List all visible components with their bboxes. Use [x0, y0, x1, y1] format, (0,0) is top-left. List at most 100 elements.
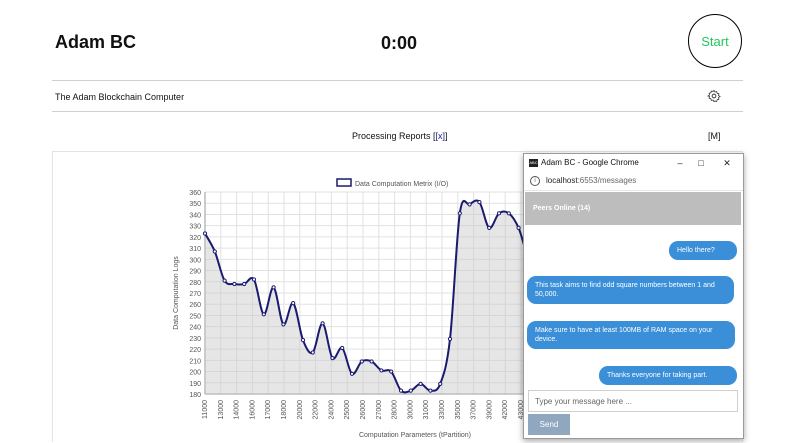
y-tick-label: 350 — [189, 201, 201, 208]
send-button[interactable]: Send — [528, 414, 570, 435]
legend-label: Data Computation Metrix (I/O) — [355, 181, 448, 188]
x-tick-label: 28000 — [392, 400, 399, 420]
y-tick-label: 250 — [189, 313, 201, 320]
divider — [52, 80, 743, 81]
address-bar[interactable]: i localhost:6553/messages — [524, 172, 743, 191]
x-tick-label: 24000 — [328, 400, 335, 420]
y-tick-label: 310 — [189, 246, 201, 253]
x-tick-label: 20000 — [297, 400, 304, 420]
peers-online-bar: Peers Online (14) — [525, 192, 741, 225]
x-tick-label: 39000 — [486, 400, 493, 420]
data-point — [349, 371, 355, 376]
data-point — [447, 336, 453, 342]
x-tick-label: 22000 — [313, 400, 320, 420]
data-point — [506, 211, 511, 216]
y-tick-label: 320 — [189, 235, 201, 242]
data-point — [261, 312, 266, 317]
y-tick-label: 230 — [189, 336, 201, 343]
message-input[interactable] — [528, 390, 738, 412]
popup-window-title: Adam BC - Google Chrome — [541, 158, 639, 167]
data-point — [340, 345, 345, 351]
close-icon[interactable]: ✕ — [719, 156, 735, 170]
popup-titlebar: ABC Adam BC - Google Chrome – □ ✕ — [524, 154, 743, 172]
url-text: localhost:6553/messages — [546, 176, 636, 185]
y-tick-label: 360 — [189, 190, 201, 197]
x-tick-label: 13000 — [218, 400, 225, 420]
data-point — [398, 388, 404, 393]
divider — [52, 111, 743, 112]
data-point — [281, 322, 286, 327]
gear-icon[interactable] — [707, 89, 721, 103]
data-point — [291, 301, 296, 306]
minimize-icon[interactable]: – — [672, 156, 688, 170]
data-point — [428, 388, 433, 393]
x-tick-label: 14000 — [234, 400, 241, 420]
x-tick-label: 35000 — [455, 400, 462, 420]
data-point — [496, 211, 502, 216]
data-point — [310, 350, 315, 355]
page-subtitle: The Adam Blockchain Computer — [55, 92, 185, 102]
data-point — [408, 388, 413, 393]
url-path: :6553/messages — [577, 176, 637, 185]
info-icon[interactable]: i — [530, 176, 540, 186]
data-point — [389, 369, 394, 374]
data-point — [222, 278, 227, 283]
y-tick-label: 200 — [189, 370, 201, 377]
y-tick-label: 220 — [189, 347, 201, 354]
data-point — [379, 368, 384, 373]
chat-message: Make sure to have at least 100MB of RAM … — [527, 321, 735, 349]
x-tick-label: 42000 — [502, 400, 509, 420]
y-tick-label: 290 — [189, 269, 201, 276]
chat-message: Thanks everyone for taking part. — [599, 366, 737, 385]
data-point — [242, 281, 247, 287]
data-point — [300, 338, 306, 343]
data-point — [369, 359, 374, 364]
x-tick-label: 37000 — [471, 400, 478, 420]
x-tick-label: 16000 — [249, 400, 256, 420]
x-axis-label: Computation Parameters (tPartition) — [359, 432, 471, 439]
data-point — [320, 321, 325, 326]
data-point — [251, 277, 257, 282]
legend-swatch — [336, 178, 352, 187]
x-tick-label: 30000 — [407, 400, 414, 420]
x-tick-label: 17000 — [265, 400, 272, 420]
data-point — [359, 359, 364, 364]
x-tick-label: 11000 — [202, 400, 209, 419]
section-title-text: Processing Reports [ — [352, 131, 436, 141]
x-tick-label: 27000 — [376, 400, 383, 420]
data-point — [477, 200, 482, 205]
data-point — [202, 231, 208, 236]
y-tick-label: 330 — [189, 224, 201, 231]
x-tick-label: 31000 — [423, 400, 430, 420]
data-point — [457, 211, 462, 216]
data-point — [418, 381, 423, 386]
maximize-icon[interactable]: □ — [693, 156, 709, 170]
chat-message: Hello there? — [669, 241, 737, 260]
y-tick-label: 240 — [189, 325, 201, 332]
y-tick-label: 210 — [189, 358, 201, 365]
data-point — [438, 381, 443, 386]
data-point — [271, 285, 276, 290]
start-button[interactable]: Start — [688, 14, 742, 68]
y-tick-label: 270 — [189, 291, 201, 298]
chat-popup-window: ABC Adam BC - Google Chrome – □ ✕ i loca… — [523, 153, 744, 439]
app-title: Adam BC — [55, 32, 137, 52]
app-favicon: ABC — [529, 159, 538, 167]
maximize-link[interactable]: [M] — [708, 131, 721, 141]
section-title-end: ] — [445, 131, 448, 141]
timer: 0:00 — [381, 33, 418, 53]
x-tick-label: 18000 — [281, 400, 288, 420]
data-point — [467, 202, 472, 207]
data-point — [516, 225, 521, 231]
url-host: localhost — [546, 176, 578, 185]
y-tick-label: 280 — [189, 280, 201, 287]
y-tick-label: 180 — [189, 392, 201, 399]
data-point — [330, 355, 335, 361]
section-title: Processing Reports [[x]] — [352, 131, 448, 141]
x-tick-label: 33000 — [439, 400, 446, 420]
y-tick-label: 300 — [189, 257, 201, 264]
y-axis-label: Data Computation Logs — [173, 256, 180, 330]
close-reports-link[interactable]: [x] — [436, 131, 446, 141]
chat-message: This task aims to find odd square number… — [527, 276, 734, 304]
x-tick-label: 26000 — [360, 400, 367, 420]
